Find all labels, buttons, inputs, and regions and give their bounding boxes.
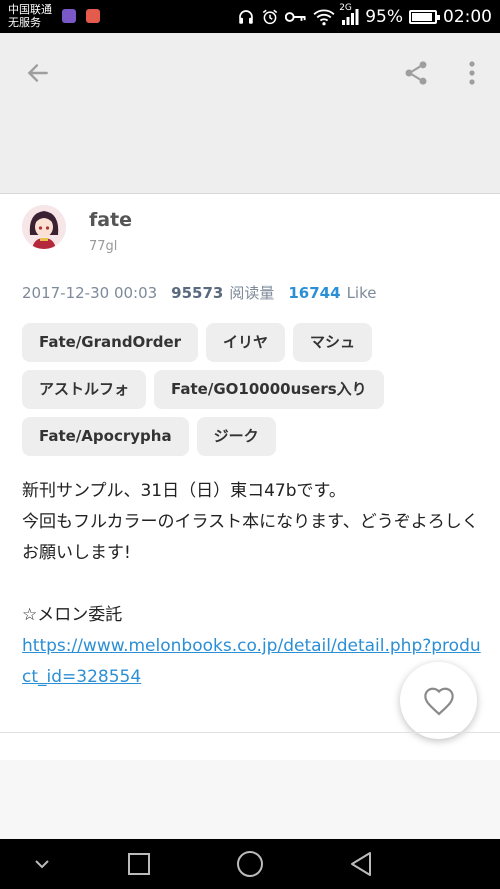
divider [0,732,500,733]
back-nav-button[interactable] [341,844,381,884]
carrier-status: 无服务 [8,16,41,29]
circle-icon [237,851,263,877]
tag-chip[interactable]: Fate/GrandOrder [22,323,199,362]
clock: 02:00 [443,6,492,27]
square-icon [128,853,150,875]
tag-chip[interactable]: アストルフォ [22,370,147,409]
status-bar: 中国联通 无服务 2G 95% 02:00 [0,0,500,33]
network-type: 2G [339,2,352,13]
headphones-icon [237,8,255,26]
tag-chip[interactable]: Fate/Apocrypha [22,417,189,456]
like-count-label: Like [346,284,377,302]
header-image-area [0,33,500,194]
avatar[interactable] [22,205,66,249]
carrier-info: 中国联通 无服务 [8,3,52,29]
author-id: 77gl [89,239,118,254]
bottom-area [0,760,500,840]
status-icons: 2G 95% 02:00 [237,0,492,33]
tag-chip[interactable]: イリヤ [206,323,286,362]
battery-percent: 95% [365,6,403,27]
share-icon [405,61,427,85]
more-vert-icon [469,61,475,85]
battery-icon [409,9,440,24]
hide-nav-button[interactable] [22,844,62,884]
app-notification-icon-2 [86,9,100,23]
post-date: 2017-12-30 00:03 [22,284,158,302]
tag-list: Fate/GrandOrder イリヤ マシュ アストルフォ Fate/GO10… [22,323,482,456]
chevron-down-icon [35,860,49,869]
tag-chip[interactable]: マシュ [293,323,373,362]
wifi-icon [313,8,335,26]
author-name[interactable]: fate [89,209,132,231]
description-line: 新刊サンプル、31日（日）東コ47bです。 [22,481,346,501]
view-count-label: 阅读量 [229,284,275,302]
triangle-back-icon [351,852,371,876]
home-button[interactable] [230,844,270,884]
app-notification-icon [62,9,76,23]
signal-icon: 2G [339,3,359,25]
description-line: ☆メロン委託 [22,605,123,625]
back-arrow-icon [27,64,48,82]
carrier-name: 中国联通 [8,3,52,16]
share-button[interactable] [398,55,434,91]
key-icon [285,10,307,24]
like-count: 16744 [288,284,341,302]
post-description: 新刊サンプル、31日（日）東コ47bです。 今回もフルカラーのイラスト本になりま… [22,476,482,693]
heart-icon [423,687,454,715]
more-options-button[interactable] [454,55,490,91]
recents-button[interactable] [119,844,159,884]
description-line: 今回もフルカラーのイラスト本になります、どうぞよろしくお願いします! [22,512,479,563]
view-count: 95573 [171,284,224,302]
tag-chip[interactable]: ジーク [196,417,276,456]
system-nav-bar [0,839,500,889]
back-button[interactable] [20,55,56,91]
tag-chip[interactable]: Fate/GO10000users入り [154,370,384,409]
like-button[interactable] [400,662,477,739]
alarm-icon [261,8,279,26]
post-meta: 2017-12-30 00:03 95573 阅读量 16744 Like [22,282,376,303]
